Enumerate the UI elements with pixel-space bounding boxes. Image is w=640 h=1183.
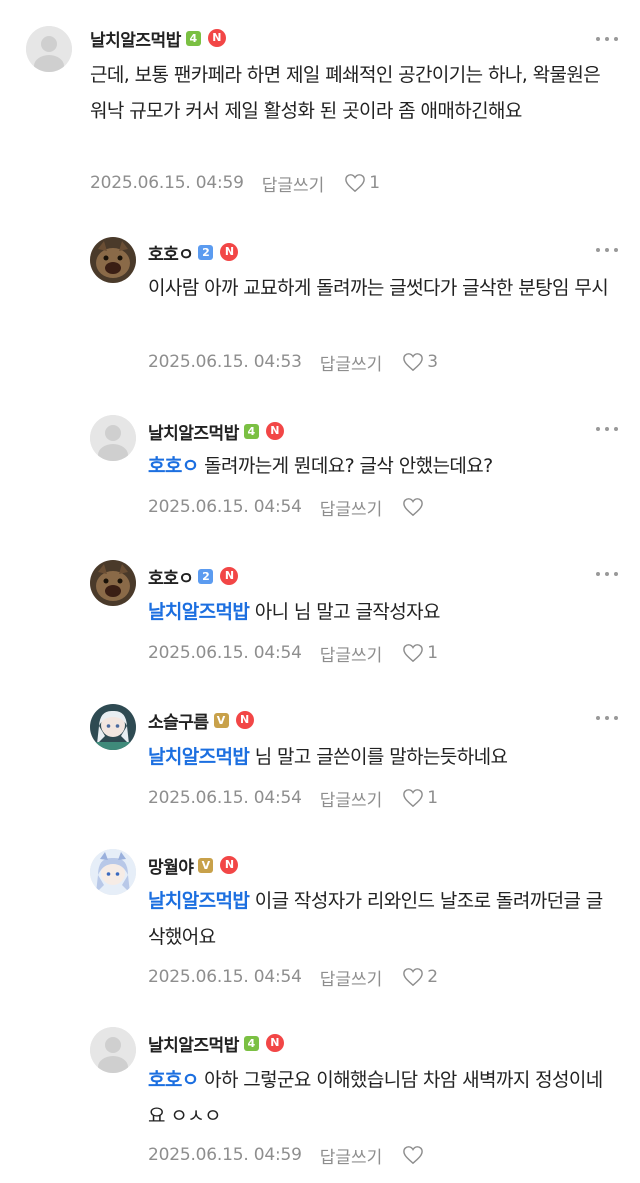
like-button[interactable] bbox=[402, 1145, 427, 1165]
like-count: 3 bbox=[427, 352, 439, 372]
avatar[interactable] bbox=[26, 26, 72, 72]
level-badge: 2 bbox=[198, 244, 214, 260]
author-nickname[interactable]: 소슬구름 bbox=[148, 708, 209, 733]
mention-link[interactable]: 호호ㅇ bbox=[148, 455, 199, 477]
author-nickname[interactable]: 날치알즈먹밥 bbox=[90, 26, 181, 51]
comment-text: 호호ㅇ 돌려까는게 뭔데요? 글삭 안했는데요? bbox=[148, 455, 493, 477]
comment-text: 날치알즈먹밥 님 말고 글쓴이를 말하는듯하네요 bbox=[148, 746, 508, 768]
author-nickname[interactable]: 날치알즈먹밥 bbox=[148, 1031, 239, 1056]
comment-text: 날치알즈먹밥 이글 작성자가 리와인드 날조로 돌려까던글 글삭했어요 bbox=[148, 890, 603, 948]
level-badge: 4 bbox=[185, 30, 201, 46]
like-count: 1 bbox=[427, 788, 439, 808]
heart-icon bbox=[403, 644, 424, 663]
heart-icon bbox=[403, 789, 424, 808]
new-badge: N bbox=[220, 243, 239, 261]
level-badge: 4 bbox=[243, 423, 259, 439]
like-count: 2 bbox=[427, 967, 439, 987]
more-options-icon[interactable] bbox=[596, 28, 618, 50]
avatar[interactable] bbox=[90, 704, 136, 750]
reply-button[interactable]: 답글쓰기 bbox=[320, 350, 383, 375]
more-options-icon[interactable] bbox=[596, 563, 618, 585]
new-badge: N bbox=[235, 711, 254, 729]
author-nickname[interactable]: 호호ㅇ bbox=[148, 240, 194, 265]
new-badge: N bbox=[265, 1034, 284, 1052]
mention-link[interactable]: 호호ㅇ bbox=[148, 1069, 199, 1091]
heart-icon bbox=[403, 353, 424, 372]
reply-button[interactable]: 답글쓰기 bbox=[262, 171, 325, 196]
author-nickname[interactable]: 망월야 bbox=[148, 853, 194, 878]
level-badge: V bbox=[198, 857, 214, 873]
like-button[interactable]: 1 bbox=[402, 643, 438, 663]
comment-date: 2025.06.15. 04:59 bbox=[148, 1145, 302, 1165]
mention-link[interactable]: 날치알즈먹밥 bbox=[148, 601, 250, 623]
avatar[interactable] bbox=[90, 415, 136, 461]
new-badge: N bbox=[207, 29, 226, 47]
new-badge: N bbox=[220, 856, 239, 874]
avatar[interactable] bbox=[90, 849, 136, 895]
like-button[interactable]: 2 bbox=[402, 967, 438, 987]
comment-date: 2025.06.15. 04:54 bbox=[148, 788, 302, 808]
comment-text: 날치알즈먹밥 아니 님 말고 글작성자요 bbox=[148, 601, 440, 623]
author-nickname[interactable]: 날치알즈먹밥 bbox=[148, 419, 239, 444]
reply-button[interactable]: 답글쓰기 bbox=[320, 495, 383, 520]
comment-text: 근데, 보통 팬카페라 하면 제일 폐쇄적인 공간이기는 하나, 왁물원은 워낙… bbox=[90, 64, 601, 122]
comment-date: 2025.06.15. 04:53 bbox=[148, 352, 302, 372]
like-button[interactable]: 3 bbox=[402, 352, 438, 372]
more-options-icon[interactable] bbox=[596, 418, 618, 440]
mention-link[interactable]: 날치알즈먹밥 bbox=[148, 890, 250, 912]
level-badge: V bbox=[213, 712, 229, 728]
heart-icon bbox=[345, 174, 366, 193]
comment-text: 이사람 아까 교묘하게 돌려까는 글썻다가 글삭한 분탕임 무시 bbox=[148, 277, 609, 299]
new-badge: N bbox=[220, 567, 239, 585]
like-button[interactable]: 1 bbox=[344, 173, 380, 193]
avatar[interactable] bbox=[90, 560, 136, 606]
reply-button[interactable]: 답글쓰기 bbox=[320, 641, 383, 666]
reply-button[interactable]: 답글쓰기 bbox=[320, 786, 383, 811]
like-count: 1 bbox=[369, 173, 381, 193]
level-badge: 2 bbox=[198, 568, 214, 584]
level-badge: 4 bbox=[243, 1035, 259, 1051]
comment-date: 2025.06.15. 04:54 bbox=[148, 643, 302, 663]
more-options-icon[interactable] bbox=[596, 239, 618, 261]
heart-icon bbox=[403, 498, 424, 517]
more-options-icon[interactable] bbox=[596, 707, 618, 729]
reply-button[interactable]: 답글쓰기 bbox=[320, 965, 383, 990]
comment-text: 호호ㅇ 아하 그렇군요 이해했습니담 차암 새벽까지 정성이네요 ㅇㅅㅇ bbox=[148, 1069, 603, 1127]
heart-icon bbox=[403, 1146, 424, 1165]
comment-date: 2025.06.15. 04:54 bbox=[148, 497, 302, 517]
like-button[interactable] bbox=[402, 497, 427, 517]
like-count: 1 bbox=[427, 643, 439, 663]
avatar[interactable] bbox=[90, 237, 136, 283]
heart-icon bbox=[403, 968, 424, 987]
comment-date: 2025.06.15. 04:59 bbox=[90, 173, 244, 193]
avatar[interactable] bbox=[90, 1027, 136, 1073]
mention-link[interactable]: 날치알즈먹밥 bbox=[148, 746, 250, 768]
comment-date: 2025.06.15. 04:54 bbox=[148, 967, 302, 987]
like-button[interactable]: 1 bbox=[402, 788, 438, 808]
reply-button[interactable]: 답글쓰기 bbox=[320, 1143, 383, 1168]
new-badge: N bbox=[265, 422, 284, 440]
author-nickname[interactable]: 호호ㅇ bbox=[148, 564, 194, 589]
